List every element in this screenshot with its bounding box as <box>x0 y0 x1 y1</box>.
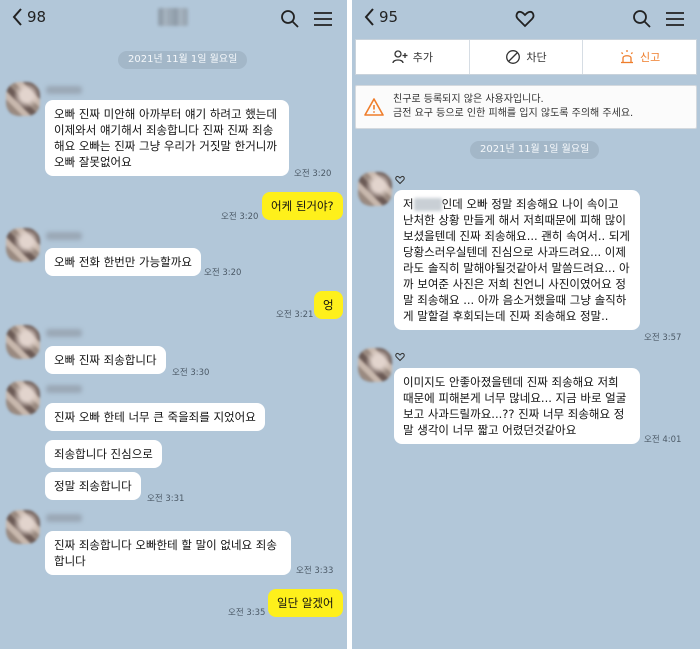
sender-name-blurred <box>46 86 82 94</box>
search-icon <box>633 10 651 28</box>
message-time: 오전 3:31 <box>147 494 185 504</box>
chat-header: 95 <box>352 0 700 38</box>
message-time: 오전 3:57 <box>644 333 682 343</box>
unread-count: 95 <box>379 8 399 26</box>
date-divider: 2021년 11월 1일 월요일 <box>470 141 600 159</box>
message-bubble: 진짜 오빠 한테 너무 큰 죽을죄를 지었어요 <box>45 403 265 431</box>
avatar[interactable] <box>358 348 392 382</box>
message-bubble: 저 인데 오빠 정말 죄송해요 나이 속이고 난처한 상황 만들게 해서 저희때문… <box>394 190 640 330</box>
warning-line-2: 금전 요구 등으로 인한 피해를 입지 않도록 주의해 주세요. <box>393 108 634 119</box>
avatar[interactable] <box>6 325 40 359</box>
sender-name-blurred <box>46 385 82 393</box>
hamburger-menu-icon <box>666 12 684 26</box>
chat-name-blurred <box>158 8 188 26</box>
block-button[interactable]: 차단 <box>470 40 584 74</box>
warning-icon <box>364 98 384 116</box>
unread-count: 98 <box>27 8 47 26</box>
search-button[interactable] <box>280 9 300 29</box>
avatar[interactable] <box>6 510 40 544</box>
message-bubble: 진짜 죄송합니다 오빠한테 할 말이 없네요 죄송합니다 <box>45 531 291 575</box>
message-bubble: 오빠 진짜 죄송합니다 <box>45 346 166 374</box>
chat-header: 98 <box>0 0 347 38</box>
sender-name-blurred <box>46 329 82 337</box>
avatar[interactable] <box>6 381 40 415</box>
block-label: 차단 <box>526 51 547 64</box>
heart-icon <box>395 175 405 185</box>
name-blurred <box>413 198 442 211</box>
block-icon <box>506 50 521 64</box>
message-time: 오전 3:20 <box>294 169 332 179</box>
search-button[interactable] <box>632 9 652 29</box>
add-user-icon <box>392 50 408 64</box>
my-message-bubble: 어케 된거야? <box>262 192 343 220</box>
heart-icon <box>395 352 405 362</box>
message-text: 인데 오빠 정말 죄송해요 나이 속이고 난처한 상황 만들게 해서 저희때문에… <box>403 197 630 323</box>
back-button[interactable]: 98 <box>12 8 46 26</box>
favorite-button[interactable] <box>515 9 535 29</box>
my-message-bubble: 엉 <box>314 291 343 319</box>
date-divider: 2021년 11월 1일 월요일 <box>118 51 248 69</box>
avatar[interactable] <box>358 172 392 206</box>
search-icon <box>281 10 299 28</box>
stranger-warning-banner: 친구로 등록되지 않은 사용자입니다. 금전 요구 등으로 인한 피해를 입지 … <box>355 85 697 129</box>
message-time: 오전 4:01 <box>644 435 682 445</box>
report-label: 신고 <box>640 51 661 64</box>
message-time: 오전 3:20 <box>221 212 259 222</box>
message-time: 오전 3:21 <box>276 310 314 320</box>
message-prefix: 저 <box>403 197 414 211</box>
right-chat-panel: 95 추가 차단 신고 친구로 등록되지 않은 사용자입니다. 금전 요구 등으… <box>352 0 700 649</box>
message-bubble: 오빠 진짜 미안해 아까부터 얘기 하려고 했는데 이제와서 얘기해서 죄송합니… <box>45 100 289 176</box>
message-bubble: 오빠 전화 한번만 가능할까요 <box>45 248 201 276</box>
my-message-bubble: 일단 알겠어 <box>268 589 343 617</box>
menu-button[interactable] <box>313 9 333 29</box>
siren-icon <box>621 50 634 64</box>
message-time: 오전 3:30 <box>172 368 210 378</box>
message-bubble: 죄송합니다 진심으로 <box>45 440 162 468</box>
message-time: 오전 3:35 <box>228 608 266 618</box>
stranger-action-bar: 추가 차단 신고 <box>355 39 697 75</box>
warning-line-1: 친구로 등록되지 않은 사용자입니다. <box>393 94 544 105</box>
add-friend-label: 추가 <box>412 51 433 64</box>
heart-icon <box>515 10 535 28</box>
sender-name-blurred <box>46 232 82 240</box>
message-bubble: 이미지도 안좋아졌을텐데 진짜 죄송해요 저희 때문에 피해본게 너무 많네요.… <box>394 368 640 444</box>
report-button[interactable]: 신고 <box>583 40 696 74</box>
avatar[interactable] <box>6 228 40 262</box>
message-bubble: 정말 죄송합니다 <box>45 472 141 500</box>
hamburger-menu-icon <box>314 12 332 26</box>
sender-name-blurred <box>46 514 82 522</box>
menu-button[interactable] <box>665 9 685 29</box>
message-time: 오전 3:33 <box>296 566 334 576</box>
add-friend-button[interactable]: 추가 <box>356 40 470 74</box>
left-chat-panel: 98 2021년 11월 1일 월요일 오빠 진짜 미안해 아까부터 얘기 하려… <box>0 0 347 649</box>
avatar[interactable] <box>6 82 40 116</box>
chevron-left-icon <box>12 8 22 26</box>
back-button[interactable]: 95 <box>364 8 398 26</box>
chevron-left-icon <box>364 8 374 26</box>
message-time: 오전 3:20 <box>204 268 242 278</box>
